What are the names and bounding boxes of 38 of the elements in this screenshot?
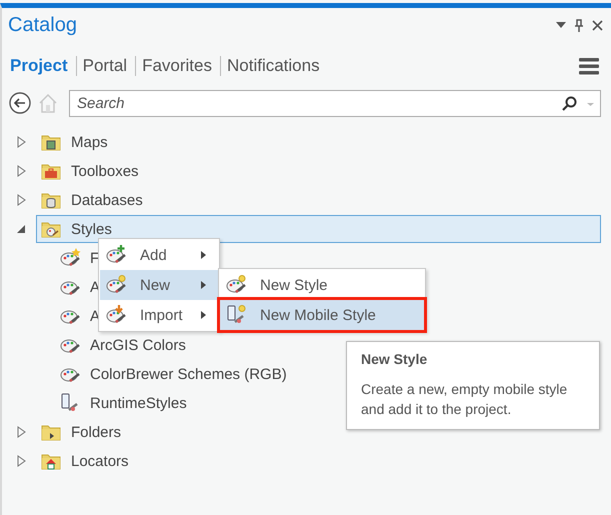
expand-icon[interactable]: [16, 194, 28, 206]
expand-icon[interactable]: [16, 426, 28, 438]
tree-item[interactable]: ColorBrewer Schemes (RGB): [90, 366, 287, 382]
expand-icon[interactable]: [16, 165, 28, 177]
tree-item[interactable]: Locators: [36, 447, 601, 475]
tree-item[interactable]: Folders: [36, 418, 601, 446]
tooltip-title: New Style: [361, 351, 428, 367]
tab[interactable]: Favorites: [135, 56, 220, 76]
caret-icon: [201, 251, 206, 259]
expand-icon[interactable]: [16, 136, 28, 148]
menu-item[interactable]: Import: [100, 300, 218, 330]
tree-item[interactable]: F: [90, 250, 100, 266]
back-icon[interactable]: [9, 92, 31, 114]
caret-icon: [201, 311, 206, 319]
tree-item[interactable]: ArcGIS Colors: [90, 336, 186, 354]
pin-icon[interactable]: [574, 18, 584, 32]
search-icon[interactable]: [561, 96, 577, 112]
menu-item[interactable]: New: [100, 270, 218, 300]
tree-item[interactable]: RuntimeStyles: [90, 394, 187, 412]
tooltip-text: Create a new, empty mobile style and add it to the project.: [361, 380, 568, 419]
tab[interactable]: Portal: [76, 56, 136, 76]
tree-item[interactable]: Toolboxes: [36, 157, 601, 185]
tab[interactable]: Project: [10, 56, 76, 76]
menu-item[interactable]: Add: [100, 240, 218, 270]
menu-item[interactable]: New Style: [220, 270, 424, 300]
tab[interactable]: Notifications: [220, 56, 328, 76]
menu-item[interactable]: New Mobile Style: [220, 300, 424, 330]
expand-icon[interactable]: [16, 455, 28, 467]
panel-title: Catalog: [8, 14, 78, 36]
tree-item[interactable]: Maps: [36, 128, 601, 156]
tree-item[interactable]: Styles: [36, 215, 601, 243]
tree-item[interactable]: Databases: [36, 186, 601, 214]
close-icon[interactable]: [592, 20, 603, 30]
caret-icon: [201, 281, 206, 289]
dropdown-icon[interactable]: [556, 22, 566, 28]
menu-icon[interactable]: [579, 58, 599, 74]
search-field[interactable]: Search: [69, 90, 601, 116]
collapse-icon[interactable]: [16, 223, 28, 235]
